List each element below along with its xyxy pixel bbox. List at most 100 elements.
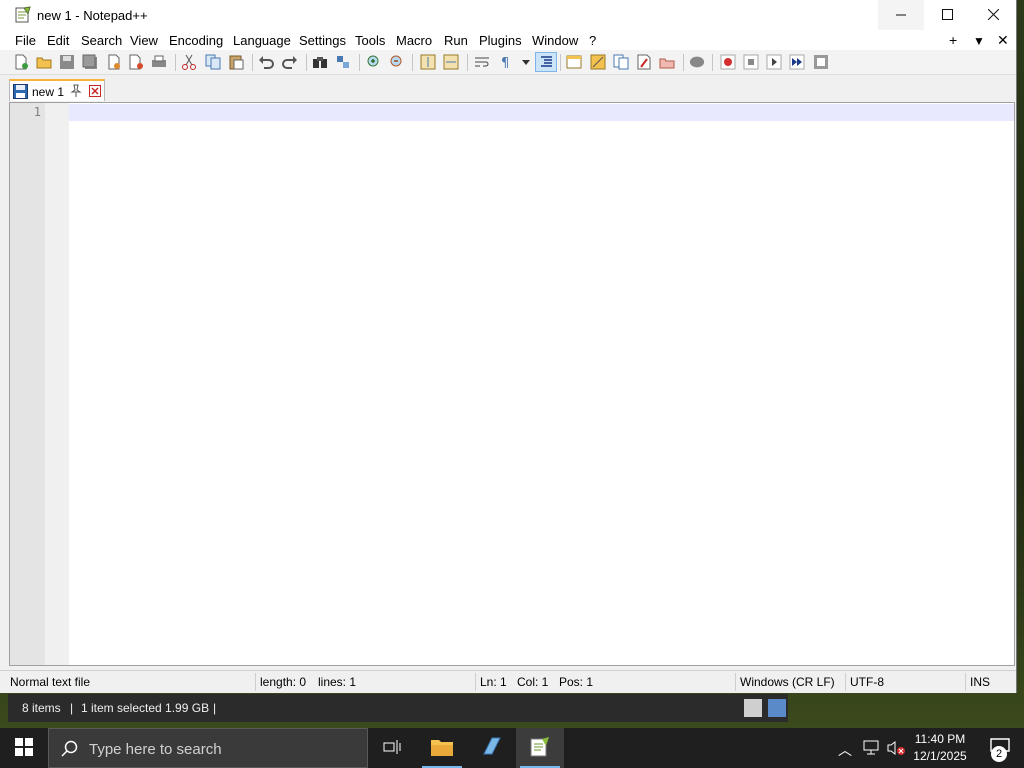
stop-recording-icon[interactable] <box>743 54 759 70</box>
new-file-icon[interactable] <box>13 54 29 70</box>
maximize-button[interactable] <box>924 0 970 30</box>
show-all-characters-icon[interactable]: ¶ <box>498 54 514 70</box>
function-list-icon[interactable] <box>613 54 629 70</box>
menu-tools[interactable]: Tools <box>355 33 385 48</box>
indent-guide-icon[interactable] <box>535 52 557 72</box>
run-macro-multiple-icon[interactable] <box>789 54 805 70</box>
taskbar-app-two[interactable] <box>467 728 515 768</box>
toolbar-separator <box>467 54 468 71</box>
status-column: Col: 1 <box>517 675 549 689</box>
new-tab-plus-icon[interactable]: + <box>949 32 957 48</box>
paste-icon[interactable] <box>228 54 244 70</box>
save-macro-icon[interactable] <box>813 54 829 70</box>
taskbar-notepad-plus-plus[interactable] <box>516 728 564 768</box>
show-all-characters-dropdown-icon[interactable] <box>518 54 530 70</box>
open-file-icon[interactable] <box>36 54 52 70</box>
minimize-icon <box>896 7 906 23</box>
tab-list-dropdown-icon[interactable]: ▼ <box>973 34 985 48</box>
file-saved-icon <box>13 84 28 99</box>
toolbar-separator <box>359 54 360 71</box>
start-button[interactable] <box>0 728 48 768</box>
status-divider <box>475 673 476 691</box>
menu-view[interactable]: View <box>130 33 158 48</box>
status-bar: Normal text file length: 0 lines: 1 Ln: … <box>0 670 1016 693</box>
tab-bar: new 1 <box>0 76 1016 102</box>
pin-icon[interactable] <box>70 84 82 98</box>
window-title: new 1 - Notepad++ <box>37 8 148 23</box>
title-bar[interactable]: new 1 - Notepad++ <box>0 0 1016 30</box>
close-icon[interactable] <box>106 54 122 70</box>
word-wrap-icon[interactable] <box>474 54 490 70</box>
system-clock[interactable]: 11:40 PM 12/1/2025 <box>908 731 972 765</box>
speech-bubble-icon[interactable] <box>689 54 707 70</box>
menu-window[interactable]: Window <box>532 33 578 48</box>
large-icons-view-icon[interactable] <box>768 699 786 717</box>
status-lines: lines: 1 <box>318 675 357 689</box>
redo-icon[interactable] <box>282 54 298 70</box>
menu-plugins[interactable]: Plugins <box>479 33 522 48</box>
task-view-icon <box>383 739 401 758</box>
menu-bar: File Edit Search View Encoding Language … <box>0 30 1016 50</box>
network-icon[interactable] <box>862 740 880 756</box>
save-icon[interactable] <box>59 54 75 70</box>
taskbar-file-explorer[interactable] <box>418 728 466 768</box>
user-defined-language-icon[interactable] <box>566 54 582 70</box>
status-eol-format[interactable]: Windows (CR LF) <box>740 675 835 689</box>
notepad-plus-plus-app-icon <box>14 6 32 24</box>
show-hidden-icons-chevron-icon[interactable]: ︿ <box>838 740 852 760</box>
minimize-button[interactable] <box>878 0 924 30</box>
save-all-icon[interactable] <box>82 54 98 70</box>
monitoring-icon[interactable] <box>659 54 675 70</box>
tab-new-1[interactable]: new 1 <box>9 79 105 101</box>
svg-text:¶: ¶ <box>501 56 509 70</box>
record-macro-icon[interactable] <box>720 54 736 70</box>
copy-icon[interactable] <box>205 54 221 70</box>
toolbar-separator <box>306 54 307 71</box>
task-view-button[interactable] <box>368 728 416 768</box>
search-input[interactable] <box>87 738 361 760</box>
find-icon[interactable] <box>312 54 328 70</box>
current-line-highlight[interactable] <box>69 104 1014 121</box>
fold-margin[interactable] <box>45 103 69 665</box>
file-explorer-status-strip: 8 items | 1 item selected 1.99 GB | <box>8 694 788 722</box>
close-document-icon[interactable]: ✕ <box>997 32 1009 49</box>
menu-settings[interactable]: Settings <box>299 33 346 48</box>
notepad-plus-plus-taskbar-icon <box>529 736 551 761</box>
menu-encoding[interactable]: Encoding <box>169 33 223 48</box>
menu-run[interactable]: Run <box>444 33 468 48</box>
sync-vertical-icon[interactable] <box>420 54 436 70</box>
zoom-out-icon[interactable] <box>389 54 405 70</box>
status-divider <box>845 673 846 691</box>
tab-label: new 1 <box>32 85 65 99</box>
undo-icon[interactable] <box>258 54 274 70</box>
menu-help[interactable]: ? <box>589 33 596 48</box>
zoom-in-icon[interactable] <box>366 54 382 70</box>
sync-horizontal-icon[interactable] <box>443 54 459 70</box>
menu-language[interactable]: Language <box>233 33 291 48</box>
status-encoding[interactable]: UTF-8 <box>850 675 884 689</box>
menu-macro[interactable]: Macro <box>396 33 432 48</box>
toolbar-separator <box>175 54 176 71</box>
line-number-margin: 1 <box>10 103 45 665</box>
explorer-item-count: 8 items <box>22 701 61 715</box>
menu-file[interactable]: File <box>15 33 36 48</box>
text-editor[interactable]: 1 <box>9 102 1015 666</box>
folder-as-workspace-icon[interactable] <box>636 54 652 70</box>
print-icon[interactable] <box>151 54 167 70</box>
notification-count-badge: 2 <box>991 746 1007 762</box>
close-button[interactable] <box>970 0 1016 30</box>
replace-icon[interactable] <box>335 54 351 70</box>
status-line: Ln: 1 <box>480 675 507 689</box>
close-all-icon[interactable] <box>128 54 144 70</box>
close-tab-icon[interactable] <box>89 85 101 97</box>
volume-muted-icon[interactable] <box>886 740 906 756</box>
status-insert-mode[interactable]: INS <box>970 675 990 689</box>
menu-edit[interactable]: Edit <box>47 33 69 48</box>
document-map-icon[interactable] <box>590 54 606 70</box>
cut-icon[interactable] <box>181 54 197 70</box>
details-view-icon[interactable] <box>744 699 762 717</box>
taskbar-search-box[interactable] <box>48 728 368 768</box>
menu-search[interactable]: Search <box>81 33 122 48</box>
playback-macro-icon[interactable] <box>766 54 782 70</box>
close-icon <box>987 7 999 23</box>
